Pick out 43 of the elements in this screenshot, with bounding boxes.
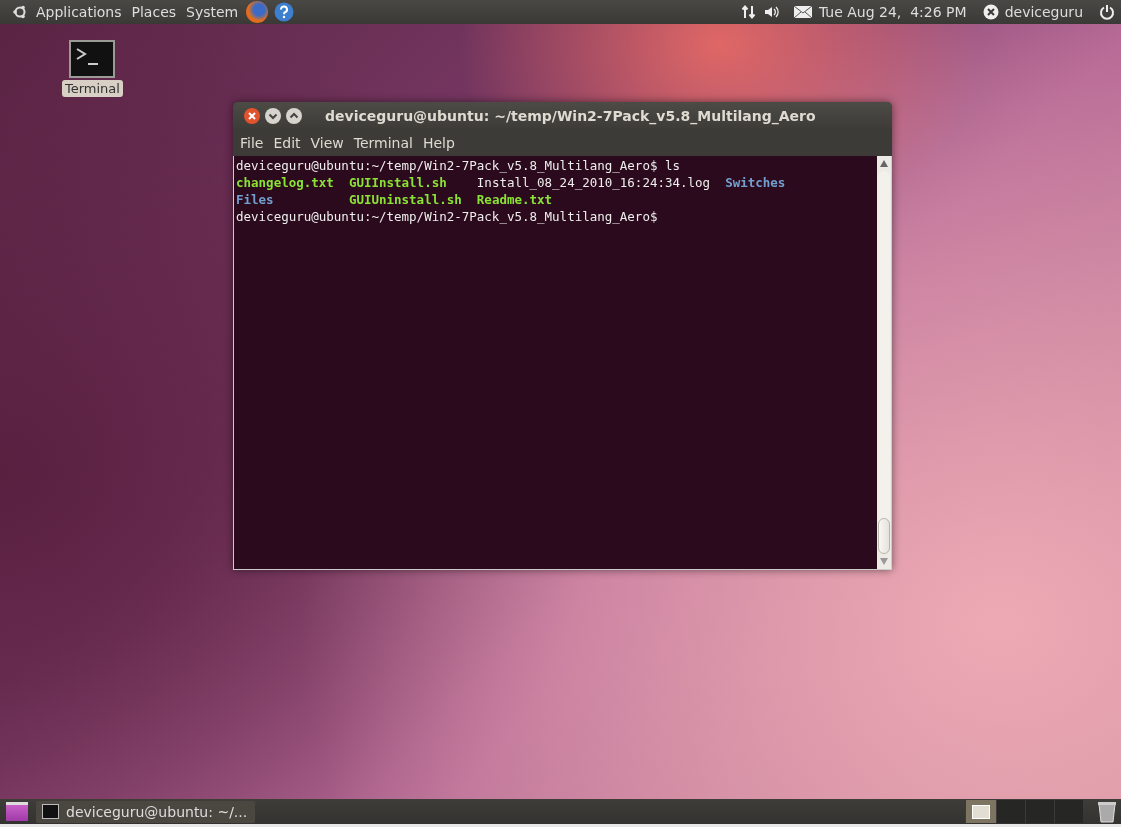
workspace-button[interactable] — [965, 800, 996, 823]
user-menu[interactable]: deviceguru — [1004, 4, 1083, 20]
file-name: Switches — [725, 174, 786, 191]
menu-item[interactable]: Places — [129, 4, 179, 20]
status-icon[interactable] — [982, 4, 999, 20]
trash-icon[interactable] — [1097, 800, 1117, 823]
prompt-text: deviceguru@ubuntu:~/temp/Win2-7Pack_v5.8_Multilang_Aero$ — [236, 208, 658, 225]
network-icon[interactable] — [740, 4, 757, 20]
clock[interactable]: Tue Aug 24, 4:26 PM — [818, 4, 967, 20]
menu-item[interactable]: File — [239, 135, 265, 151]
command-text: ls — [664, 157, 680, 174]
file-name: Files — [236, 191, 275, 208]
menu-item[interactable]: Help — [421, 135, 456, 151]
file-name: Readme.txt — [476, 191, 554, 208]
window-thumbnail — [972, 804, 990, 819]
terminal-icon[interactable] — [69, 40, 116, 78]
taskbar-button[interactable]: deviceguru@ubuntu: ~/... — [36, 800, 256, 823]
scroll-up-icon[interactable] — [880, 160, 888, 167]
volume-icon[interactable] — [762, 4, 779, 20]
close-button[interactable] — [243, 107, 261, 125]
show-desktop-icon[interactable] — [6, 802, 28, 821]
file-name: GUIUninstall.sh — [348, 191, 462, 208]
browser-icon[interactable] — [246, 1, 269, 23]
file-name: GUIInstall.sh — [348, 174, 448, 191]
terminal-icon — [42, 804, 59, 819]
window-title: deviceguru@ubuntu: ~/temp/Win2-7Pack_v5.8_Multilang_Aero — [325, 108, 816, 124]
power-icon[interactable] — [1099, 4, 1115, 20]
menu-item[interactable]: Edit — [272, 135, 302, 151]
minimize-button[interactable] — [264, 107, 282, 125]
file-name: Install_08_24_2010_16:24:34.log — [476, 174, 711, 191]
scroll-thumb[interactable] — [878, 518, 890, 554]
help-icon[interactable] — [274, 2, 295, 22]
scrollbar[interactable] — [877, 156, 891, 569]
prompt-text: deviceguru@ubuntu:~/temp/Win2-7Pack_v5.8_Multilang_Aero$ — [236, 157, 658, 174]
menu-item[interactable]: Terminal — [352, 135, 414, 151]
menu-item[interactable]: Applications — [34, 4, 124, 20]
menu-item[interactable]: System — [184, 4, 241, 20]
logo-icon[interactable] — [12, 4, 28, 20]
icon-label[interactable]: Terminal — [62, 80, 123, 97]
mail-icon[interactable] — [792, 5, 813, 19]
menu-item[interactable]: View — [309, 135, 345, 151]
maximize-button[interactable] — [285, 107, 303, 125]
file-name: changelog.txt — [236, 174, 334, 191]
